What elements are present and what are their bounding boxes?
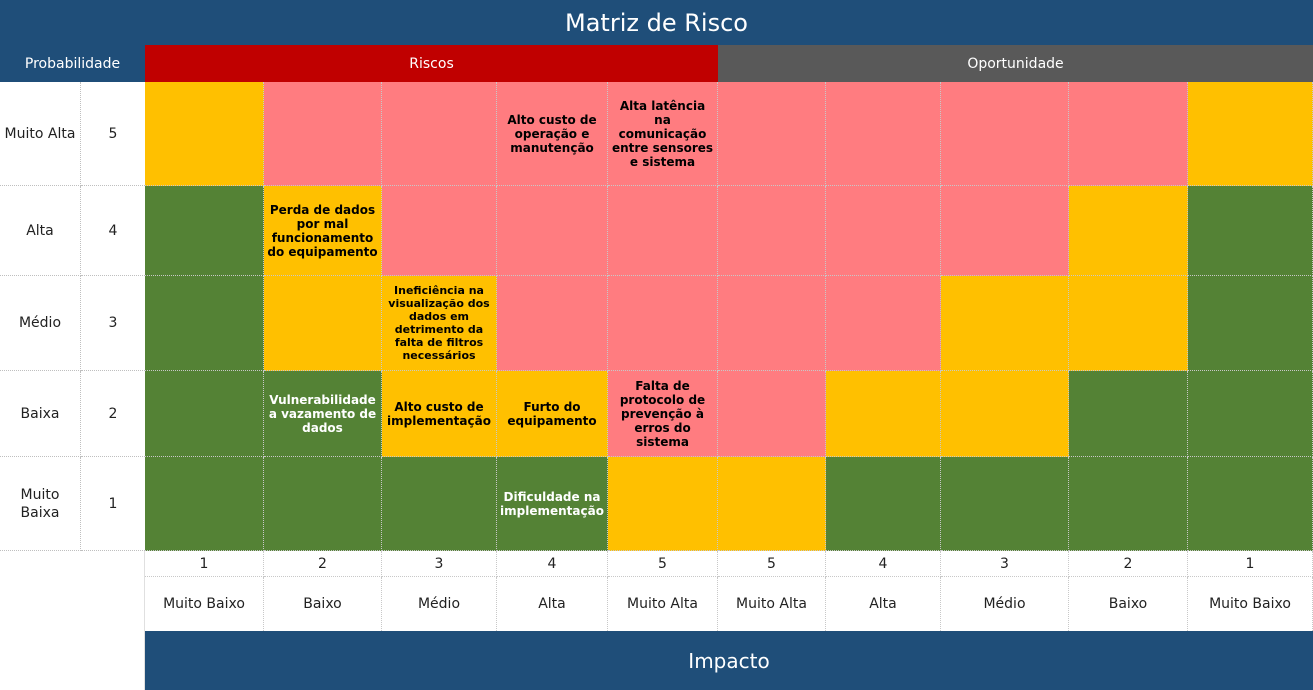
matrix-cell [718, 371, 826, 457]
risk-item-cell: Alto custo de implementação [382, 371, 497, 457]
row-label-medio: Médio [0, 276, 81, 371]
risks-header: Riscos [145, 45, 718, 82]
matrix-cell [718, 276, 826, 371]
impact-label: Muito Alta [608, 577, 718, 631]
impact-label: Alta [826, 577, 941, 631]
matrix-cell [145, 186, 264, 276]
axis-corner-blank [0, 551, 145, 690]
risk-item-cell: Perda de dados por mal funcionamento do … [264, 186, 382, 276]
matrix-cell [826, 82, 941, 186]
impact-number: 2 [264, 551, 382, 577]
matrix-cell [1069, 457, 1188, 551]
matrix-cell [941, 186, 1069, 276]
matrix-cell [382, 82, 497, 186]
matrix-cell [1069, 82, 1188, 186]
impact-number: 1 [1188, 551, 1313, 577]
matrix-title: Matriz de Risco [0, 0, 1313, 45]
matrix-cell [1069, 186, 1188, 276]
matrix-cell [1188, 186, 1313, 276]
matrix-cell [1069, 276, 1188, 371]
impact-number: 2 [1069, 551, 1188, 577]
impact-number: 5 [718, 551, 826, 577]
matrix-cell [382, 186, 497, 276]
row-number-5: 5 [81, 82, 145, 186]
probability-header: Probabilidade [0, 45, 145, 82]
row-label-muito-alta: Muito Alta [0, 82, 81, 186]
row-label-alta: Alta [0, 186, 81, 276]
matrix-cell [264, 82, 382, 186]
impact-label: Muito Alta [718, 577, 826, 631]
matrix-cell [826, 371, 941, 457]
impact-number: 1 [145, 551, 264, 577]
matrix-cell [145, 457, 264, 551]
impact-label: Médio [941, 577, 1069, 631]
matrix-cell [1188, 371, 1313, 457]
risk-item-cell: Dificuldade na implementação [497, 457, 608, 551]
risk-item-cell: Alto custo de operação e manutenção [497, 82, 608, 186]
matrix-cell [941, 457, 1069, 551]
matrix-cell [718, 186, 826, 276]
risk-item-cell: Furto do equipamento [497, 371, 608, 457]
matrix-cell [941, 371, 1069, 457]
risk-item-cell: Ineficiência na visualização dos dados e… [382, 276, 497, 371]
matrix-cell [718, 457, 826, 551]
row-number-4: 4 [81, 186, 145, 276]
impact-number: 3 [941, 551, 1069, 577]
matrix-cell [1188, 457, 1313, 551]
matrix-cell [941, 276, 1069, 371]
impact-number: 4 [497, 551, 608, 577]
risk-item-cell: Falta de protocolo de prevenção à erros … [608, 371, 718, 457]
impact-label: Baixo [264, 577, 382, 631]
impact-title: Impacto [145, 631, 1313, 690]
impact-label: Médio [382, 577, 497, 631]
row-number-2: 2 [81, 371, 145, 457]
matrix-cell [264, 457, 382, 551]
matrix-cell [826, 186, 941, 276]
impact-label: Muito Baixo [145, 577, 264, 631]
matrix-cell [608, 186, 718, 276]
impact-number: 5 [608, 551, 718, 577]
matrix-cell [718, 82, 826, 186]
matrix-cell [1188, 276, 1313, 371]
matrix-cell [382, 457, 497, 551]
impact-number: 3 [382, 551, 497, 577]
risk-item-cell: Alta latência na comunicação entre senso… [608, 82, 718, 186]
matrix-cell [941, 82, 1069, 186]
matrix-cell [608, 276, 718, 371]
row-label-muito-baixa: Muito Baixa [0, 457, 81, 551]
matrix-cell [1069, 371, 1188, 457]
impact-label: Alta [497, 577, 608, 631]
matrix-cell [608, 457, 718, 551]
row-label-baixa: Baixa [0, 371, 81, 457]
matrix-cell [826, 276, 941, 371]
matrix-cell [145, 371, 264, 457]
matrix-cell [497, 276, 608, 371]
impact-label: Muito Baixo [1188, 577, 1313, 631]
impact-number: 4 [826, 551, 941, 577]
matrix-cell [145, 276, 264, 371]
matrix-cell [497, 186, 608, 276]
matrix-cell [1188, 82, 1313, 186]
risk-item-cell: Vulnerabilidade a vazamento de dados [264, 371, 382, 457]
impact-label: Baixo [1069, 577, 1188, 631]
row-number-3: 3 [81, 276, 145, 371]
row-number-1: 1 [81, 457, 145, 551]
matrix-cell [826, 457, 941, 551]
opportunity-header: Oportunidade [718, 45, 1313, 82]
matrix-cell [145, 82, 264, 186]
matrix-cell [264, 276, 382, 371]
